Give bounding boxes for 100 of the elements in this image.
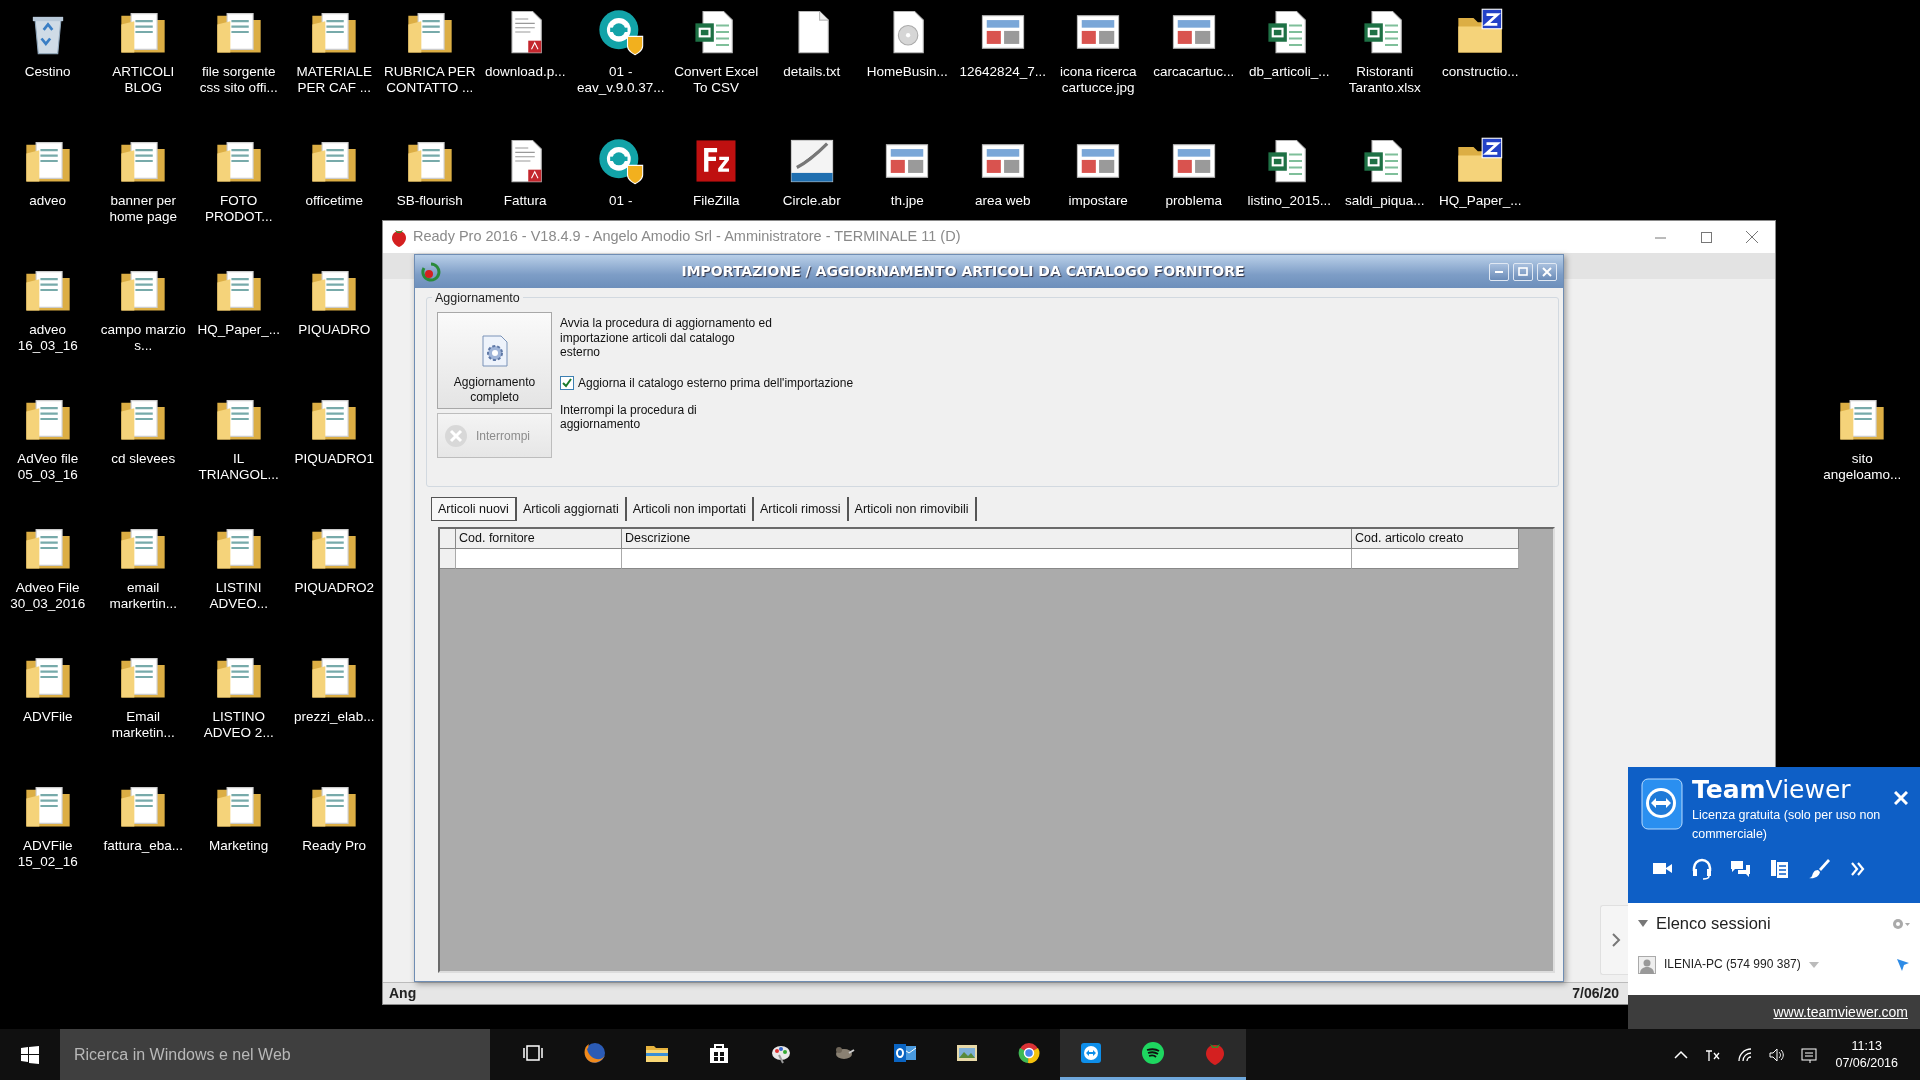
full-update-button[interactable]: Aggiornamento completo xyxy=(437,312,552,409)
file-list-icon xyxy=(1769,857,1791,880)
music-app-icon xyxy=(1141,1041,1165,1065)
tab[interactable]: Articoli nuovi xyxy=(431,497,517,521)
desktop-shortcut[interactable]: HQ_Paper_... xyxy=(1433,135,1528,210)
desktop-shortcut[interactable]: cd slevees xyxy=(96,393,191,468)
description-text: Avvia la procedura di aggiornamento ed importazione articoli dal catalogo esterno xyxy=(560,316,773,360)
desktop-shortcut[interactable]: RUBRICA PER CONTATTO ... xyxy=(382,6,477,97)
desktop-shortcut[interactable]: Cestino xyxy=(0,6,95,81)
desktop-shortcut[interactable]: ADVFile xyxy=(0,651,95,726)
desktop-shortcut[interactable]: Ready Pro xyxy=(287,780,382,855)
taskbar-app[interactable] xyxy=(1060,1029,1122,1080)
cursor-icon[interactable] xyxy=(1896,957,1910,972)
desktop-shortcut[interactable]: Convert Excel To CSV xyxy=(669,6,764,97)
desktop-shortcut[interactable]: Fattura xyxy=(478,135,573,210)
tab[interactable]: Articoli non importati xyxy=(626,497,754,521)
license-text: Licenza gratuita (solo per uso non commerciale) xyxy=(1692,807,1882,843)
session-item[interactable]: ILENIA-PC (574 990 387) xyxy=(1664,954,1801,973)
desktop-shortcut[interactable]: Adveo File 30_03_2016 xyxy=(0,522,95,613)
dialog-title: IMPORTAZIONE / AGGIORNAMENTO ARTICOLI DA CATALOGO FORNITORE xyxy=(680,262,1246,281)
maximize-button[interactable] xyxy=(1513,262,1533,281)
table-cell[interactable] xyxy=(456,549,622,569)
close-icon xyxy=(1894,791,1908,805)
desktop-shortcut[interactable]: adveo xyxy=(0,135,95,210)
desktop-shortcut[interactable]: adveo 16_03_16 xyxy=(0,264,95,355)
checkbox[interactable] xyxy=(560,376,574,391)
stop-icon xyxy=(444,423,468,448)
desktop-shortcut[interactable]: FileZilla xyxy=(669,135,764,210)
desktop-shortcut[interactable]: constructio... xyxy=(1433,6,1528,81)
desktop-shortcut[interactable]: file sorgente css sito offi... xyxy=(191,6,286,97)
table-cell[interactable] xyxy=(1352,549,1519,569)
clock[interactable]: 11:13 07/06/2016 xyxy=(1825,1037,1908,1072)
desktop-shortcut[interactable]: ARTICOLI BLOG xyxy=(96,6,191,97)
desktop-shortcut[interactable]: 01 - xyxy=(573,135,668,210)
desktop-shortcut[interactable]: officetime xyxy=(287,135,382,210)
desktop-shortcut[interactable]: banner per home page xyxy=(96,135,191,226)
close-icon xyxy=(1746,231,1758,243)
row-header-cell[interactable] xyxy=(440,549,456,569)
desktop-shortcut[interactable]: Email marketin... xyxy=(96,651,191,742)
desktop-shortcut[interactable]: details.txt xyxy=(764,6,859,81)
desktop-shortcut[interactable]: Ristoranti Taranto.xlsx xyxy=(1337,6,1432,97)
taskbar-app[interactable] xyxy=(1184,1029,1246,1080)
mail-icon xyxy=(893,1041,917,1065)
desktop-shortcut[interactable]: PIQUADRO1 xyxy=(287,393,382,468)
desktop-shortcut[interactable]: AdVeo file 05_03_16 xyxy=(0,393,95,484)
desktop-shortcut[interactable]: th.jpe xyxy=(860,135,955,210)
desktop-shortcut[interactable]: Circle.abr xyxy=(764,135,859,210)
store-icon xyxy=(707,1041,731,1065)
desktop-shortcut[interactable]: download.p... xyxy=(478,6,573,81)
desktop-shortcut[interactable]: ADVFile 15_02_16 xyxy=(0,780,95,871)
section-title: Elenco sessioni xyxy=(1656,913,1771,934)
desktop-shortcut[interactable]: db_articoli_... xyxy=(1242,6,1337,81)
desktop-shortcut[interactable]: 01 - eav_v.9.0.37... xyxy=(573,6,668,97)
desktop-shortcut[interactable]: campo marzio s... xyxy=(96,264,191,355)
desktop-shortcut[interactable]: HQ_Paper_... xyxy=(191,264,286,339)
desktop-shortcut[interactable]: IL TRIANGOL... xyxy=(191,393,286,484)
minimize-button[interactable] xyxy=(1489,262,1509,281)
status-date: 7/06/20 xyxy=(1572,984,1619,1003)
maximize-icon xyxy=(1700,231,1712,243)
description-text: Interrompi la procedura di aggiornamento xyxy=(560,402,698,432)
column-header[interactable]: Cod. fornitore xyxy=(456,529,622,549)
tab[interactable]: Articoli non rimovibili xyxy=(848,497,977,521)
tab[interactable]: Articoli rimossi xyxy=(754,497,849,521)
logo-icon xyxy=(1640,777,1684,831)
desktop-shortcut[interactable]: area web xyxy=(955,135,1050,210)
desktop-shortcut[interactable]: PIQUADRO2 xyxy=(287,522,382,597)
desktop-shortcut[interactable]: email markertin... xyxy=(96,522,191,613)
desktop-shortcut[interactable]: 12642824_7... xyxy=(955,6,1050,81)
windows-logo-icon xyxy=(21,1045,39,1064)
desktop-shortcut[interactable]: problema xyxy=(1146,135,1241,210)
desktop-shortcut[interactable]: fattura_eba... xyxy=(96,780,191,855)
desktop-shortcut[interactable]: saldi_piqua... xyxy=(1337,135,1432,210)
desktop-shortcut[interactable]: PIQUADRO xyxy=(287,264,382,339)
chevron-right-icon xyxy=(1610,933,1621,947)
desktop-shortcut[interactable]: SB-flourish xyxy=(382,135,477,210)
desktop-shortcut[interactable]: LISTINO ADVEO 2... xyxy=(191,651,286,742)
wifi-icon xyxy=(1737,1046,1754,1063)
close-button[interactable] xyxy=(1537,262,1557,281)
strawberry-icon xyxy=(1203,1041,1227,1065)
desktop-shortcut[interactable]: Marketing xyxy=(191,780,286,855)
headset-icon xyxy=(1691,857,1713,880)
desktop-shortcut[interactable]: MATERIALE PER CAF ... xyxy=(287,6,382,97)
window-title: Ready Pro 2016 - V18.4.9 - Angelo Amodio Srl - Amministratore - TERMINALE 11 (D) xyxy=(413,227,961,247)
row-header-cell xyxy=(440,529,456,549)
desktop-shortcut[interactable]: LISTINI ADVEO... xyxy=(191,522,286,613)
column-header[interactable]: Cod. articolo creato xyxy=(1352,529,1519,549)
search-field[interactable]: Ricerca in Windows e nel Web xyxy=(60,1029,490,1080)
column-header[interactable]: Descrizione xyxy=(622,529,1352,549)
maximize-icon xyxy=(1518,267,1528,276)
desktop-shortcut[interactable]: carcacartuc... xyxy=(1146,6,1241,81)
table-cell[interactable] xyxy=(622,549,1352,569)
browser-icon xyxy=(583,1041,607,1065)
desktop-shortcut[interactable]: HomeBusin... xyxy=(860,6,955,81)
desktop-shortcut[interactable]: prezzi_elab... xyxy=(287,651,382,726)
desktop-shortcut[interactable]: impostare xyxy=(1051,135,1146,210)
desktop-shortcut[interactable]: sito angeloamo... xyxy=(1815,393,1910,484)
desktop-shortcut[interactable]: FOTO PRODOT... xyxy=(191,135,286,226)
desktop-shortcut[interactable]: listino_2015... xyxy=(1242,135,1337,210)
desktop-shortcut[interactable]: icona ricerca cartucce.jpg xyxy=(1051,6,1146,97)
tab[interactable]: Articoli aggiornati xyxy=(516,497,627,521)
